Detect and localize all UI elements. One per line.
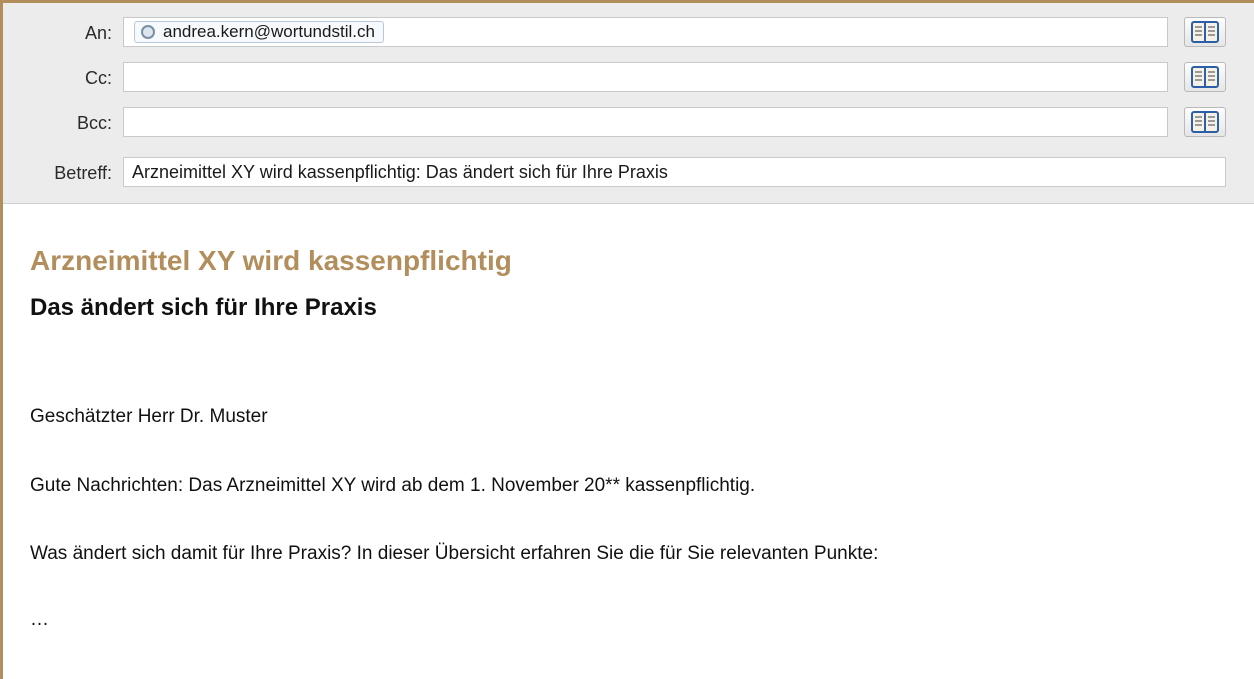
compose-header: An: andrea.kern@wortundstil.ch Cc: Bcc: … <box>3 3 1254 204</box>
recipient-address: andrea.kern@wortundstil.ch <box>163 22 375 41</box>
subject-row: Betreff: Arzneimittel XY wird kassenpfli… <box>3 157 1254 187</box>
bcc-field[interactable] <box>123 107 1168 137</box>
compose-window: An: andrea.kern@wortundstil.ch Cc: Bcc: … <box>0 0 1254 679</box>
cc-field[interactable] <box>123 62 1168 92</box>
body-paragraph: Was ändert sich damit für Ihre Praxis? I… <box>30 543 879 564</box>
address-book-icon <box>1191 66 1219 88</box>
address-book-icon <box>1191 21 1219 43</box>
greeting-paragraph: Geschätzter Herr Dr. Muster <box>30 406 268 427</box>
message-subheadline: Das ändert sich für Ihre Praxis <box>30 294 377 321</box>
to-field[interactable]: andrea.kern@wortundstil.ch <box>123 17 1168 47</box>
bcc-address-book-button[interactable] <box>1184 107 1226 137</box>
bcc-row: Bcc: <box>3 107 1254 137</box>
cc-label: Cc: <box>85 68 112 88</box>
to-label: An: <box>84 23 112 43</box>
bcc-label: Bcc: <box>76 113 112 133</box>
recipient-token[interactable]: andrea.kern@wortundstil.ch <box>134 21 384 43</box>
subject-label: Betreff: <box>54 163 112 183</box>
subject-field[interactable]: Arzneimittel XY wird kassenpflichtig: Da… <box>123 157 1226 187</box>
contact-status-icon <box>141 25 155 39</box>
body-paragraph: Gute Nachrichten: Das Arzneimittel XY wi… <box>30 475 756 496</box>
to-row: An: andrea.kern@wortundstil.ch <box>3 17 1254 47</box>
to-address-book-button[interactable] <box>1184 17 1226 47</box>
address-book-icon <box>1191 111 1219 133</box>
cc-row: Cc: <box>3 62 1254 92</box>
ellipsis-paragraph: … <box>30 609 49 630</box>
message-headline: Arzneimittel XY wird kassenpflichtig <box>30 245 512 276</box>
cc-address-book-button[interactable] <box>1184 62 1226 92</box>
